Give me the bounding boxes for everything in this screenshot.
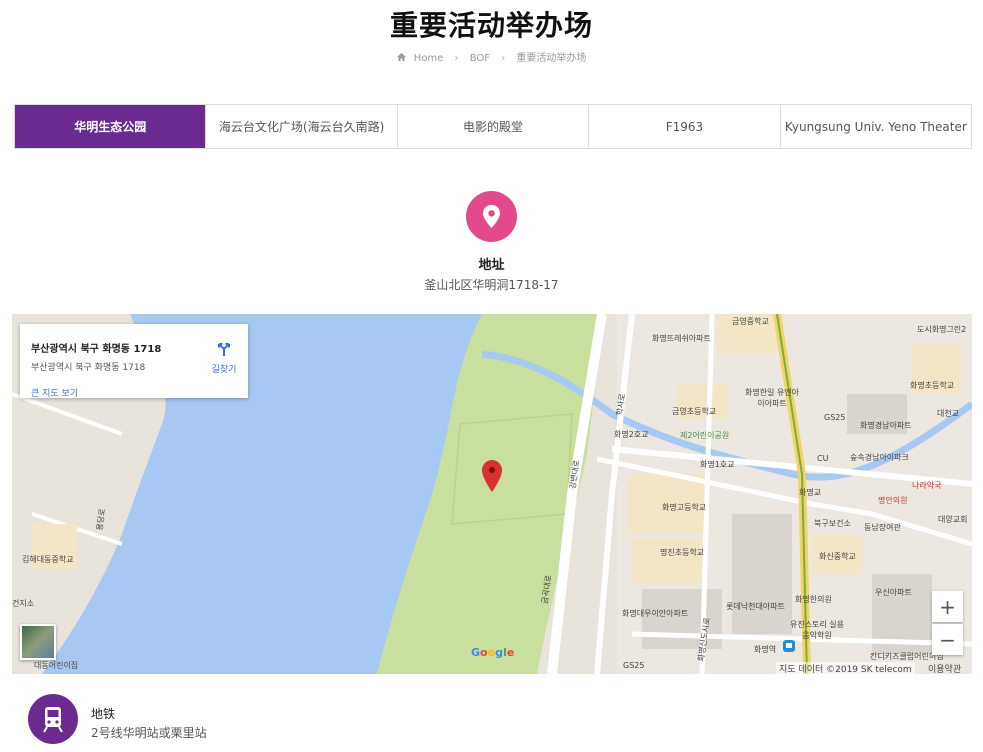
map-label: 화신중학교 (819, 552, 856, 561)
subway-station-icon (783, 640, 795, 652)
map-label: 유진스토리 실용음악학원 (789, 620, 845, 640)
map-label: 우신아파트 (875, 588, 912, 597)
map-label: 화명한일 유엔아이아파트 (744, 388, 800, 408)
subway-text: 2号线华明站或栗里站 (91, 726, 207, 740)
map-label: 화명교 (799, 488, 822, 497)
map-label: 북구보건소 (814, 519, 851, 528)
directions-label: 길찾기 (211, 365, 237, 375)
address-heading: 地址 (478, 258, 505, 273)
directions-button[interactable]: 길찾기 (204, 340, 244, 375)
map-label: 금영초등학교 (672, 407, 717, 416)
map-label: 명안의원 (878, 496, 908, 505)
page-title: 重要活动举办场 (389, 9, 593, 42)
map-label: 숲속경남아이파크 (850, 453, 909, 462)
map-label: 금영중학교 (732, 317, 769, 326)
home-icon (396, 53, 409, 64)
directions-icon (216, 341, 232, 360)
venue-tabs: 华明生态公园 海云台文化广场(海云台久南路) 电影的殿堂 F1963 Kyung… (14, 104, 972, 149)
map-label: 화명경남아파트 (860, 421, 912, 430)
zoom-out-button[interactable]: − (932, 624, 963, 655)
map-label: GS25 (824, 413, 846, 422)
map-label: 화명1호교 (700, 460, 735, 469)
map-label: 동남장여관 (864, 523, 901, 532)
map-label: 화명고등학교 (662, 503, 707, 512)
map-label: 제2어린이공원 (680, 431, 730, 440)
breadcrumb-current: 重要活动举办场 (516, 53, 587, 64)
map-label: 도시화명그린2 (917, 325, 967, 334)
zoom-in-button[interactable]: + (932, 591, 963, 622)
tab-f1963[interactable]: F1963 (588, 105, 779, 148)
map-label: 화명2호교 (614, 430, 649, 439)
map-info-card: 부산광역시 북구 화명동 1718 부산광역시 북구 화명동 1718 큰 지도… (20, 324, 248, 399)
map-label: 건지소 (12, 599, 35, 608)
map-label: 대동어린이집 (34, 661, 79, 670)
map-attribution: 지도 데이터 ©2019 SK telecom (776, 662, 915, 674)
subway-heading: 地铁 (91, 707, 116, 721)
map-label: 화명뜨레쉬아파트 (652, 334, 711, 343)
map-label: 대양교회 (938, 515, 968, 524)
breadcrumb-home[interactable]: Home (414, 53, 444, 64)
map-label: 화명역 (754, 645, 777, 654)
google-logo: Google (471, 646, 515, 659)
satellite-view-toggle[interactable] (20, 624, 56, 660)
chevron-right-icon: › (501, 53, 506, 64)
train-icon (28, 694, 78, 744)
tab-cinema-hall[interactable]: 电影的殿堂 (396, 105, 588, 148)
tab-hwamyeong-eco-park[interactable]: 华明生态公园 (15, 105, 206, 148)
map-label: 나라약국 (912, 481, 942, 490)
school-block (632, 539, 702, 584)
apartment-block (732, 514, 792, 634)
map-label: GS25 (623, 661, 645, 670)
google-map[interactable]: 금영중학교 화명뜨레쉬아파트 도시화명그린2 화명초등학교 화명한일 유엔아이아… (12, 314, 972, 674)
map-label: CU (817, 454, 829, 463)
address-text: 釜山北区华明洞1718-17 (424, 278, 559, 292)
card-subtitle: 부산광역시 북구 화명동 1718 (31, 363, 146, 373)
tab-haeundae-culture-square[interactable]: 海云台文化广场(海云台久南路) (205, 105, 396, 148)
tab-kyungsung-theater[interactable]: Kyungsung Univ. Yeno Theater (779, 105, 971, 148)
breadcrumb: Home › BOF › 重要活动举办场 (0, 49, 983, 64)
map-label: 화명대우이안아파트 (622, 609, 689, 618)
map-label: 명진초등학교 (660, 548, 705, 557)
map-pin-icon (466, 191, 517, 242)
map-label: 롯데낙천대아파트 (726, 602, 785, 611)
map-label: 김해대동중학교 (22, 555, 74, 564)
chevron-right-icon: › (454, 53, 459, 64)
map-label: 화명한의원 (795, 595, 832, 604)
breadcrumb-bof[interactable]: BOF (470, 53, 490, 64)
map-label: 화명초등학교 (910, 381, 955, 390)
larger-map-link[interactable]: 큰 지도 보기 (31, 386, 78, 399)
terms-link[interactable]: 이용약관 (928, 662, 961, 674)
card-title: 부산광역시 북구 화명동 1718 (31, 344, 162, 355)
map-label: 대천교 (937, 409, 960, 418)
